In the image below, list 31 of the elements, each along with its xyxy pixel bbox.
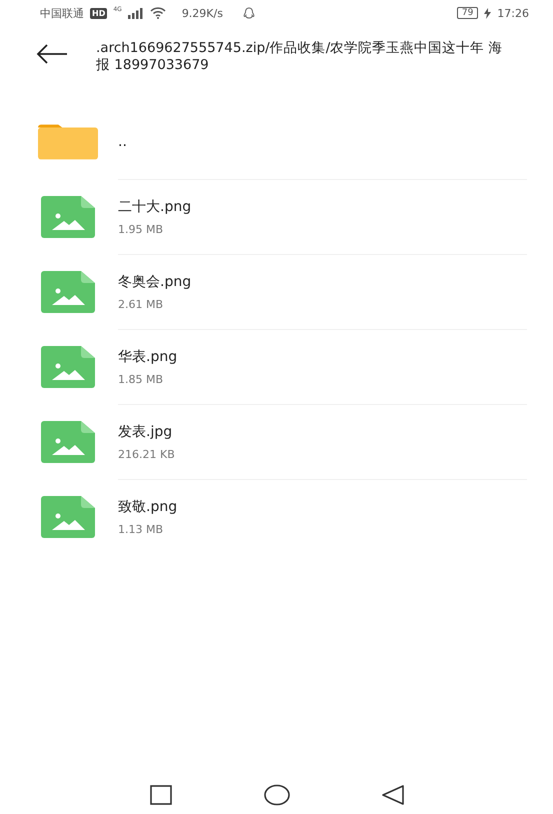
file-size: 1.13 MB [118,522,164,536]
file-name[interactable]: 二十大.png [118,198,192,216]
file-name[interactable]: 发表.jpg [118,422,175,440]
clock-time: 17:26 [497,6,529,20]
signal-icon [128,8,144,18]
file-name[interactable]: 冬奥会.png [118,272,192,290]
carrier-name: 中国联通 [40,6,84,20]
penguin-icon [242,6,255,20]
network-speed: 9.29K/s [182,6,223,20]
image-file-icon [41,196,95,238]
file-size: 1.95 MB [118,222,164,236]
wifi-icon [150,7,166,19]
square-nav-icon[interactable] [150,785,172,805]
file-name[interactable]: 致敬.png [118,498,178,516]
hd-badge: HD [90,8,108,18]
triangle-nav-icon[interactable] [382,785,404,805]
back-arrow-icon[interactable] [36,44,68,64]
image-file-icon [41,420,95,462]
file-size: 216.21 KB [118,448,175,460]
battery-level: 79 [456,7,478,19]
image-file-icon [41,270,95,312]
circle-nav-icon[interactable] [264,784,290,806]
charging-icon [484,8,492,18]
image-file-icon [41,496,95,538]
file-size: 1.85 MB [118,372,164,386]
folder-icon [38,124,98,160]
file-size: 2.61 MB [118,298,164,310]
file-name[interactable]: 华表.png [118,348,178,366]
image-file-icon [41,346,95,388]
file-name[interactable]: .. [118,134,127,150]
folder-path: .arch1669627555745.zip/作品收集/农学院季玉燕中国这十年 海报 18997033679 [96,40,504,74]
